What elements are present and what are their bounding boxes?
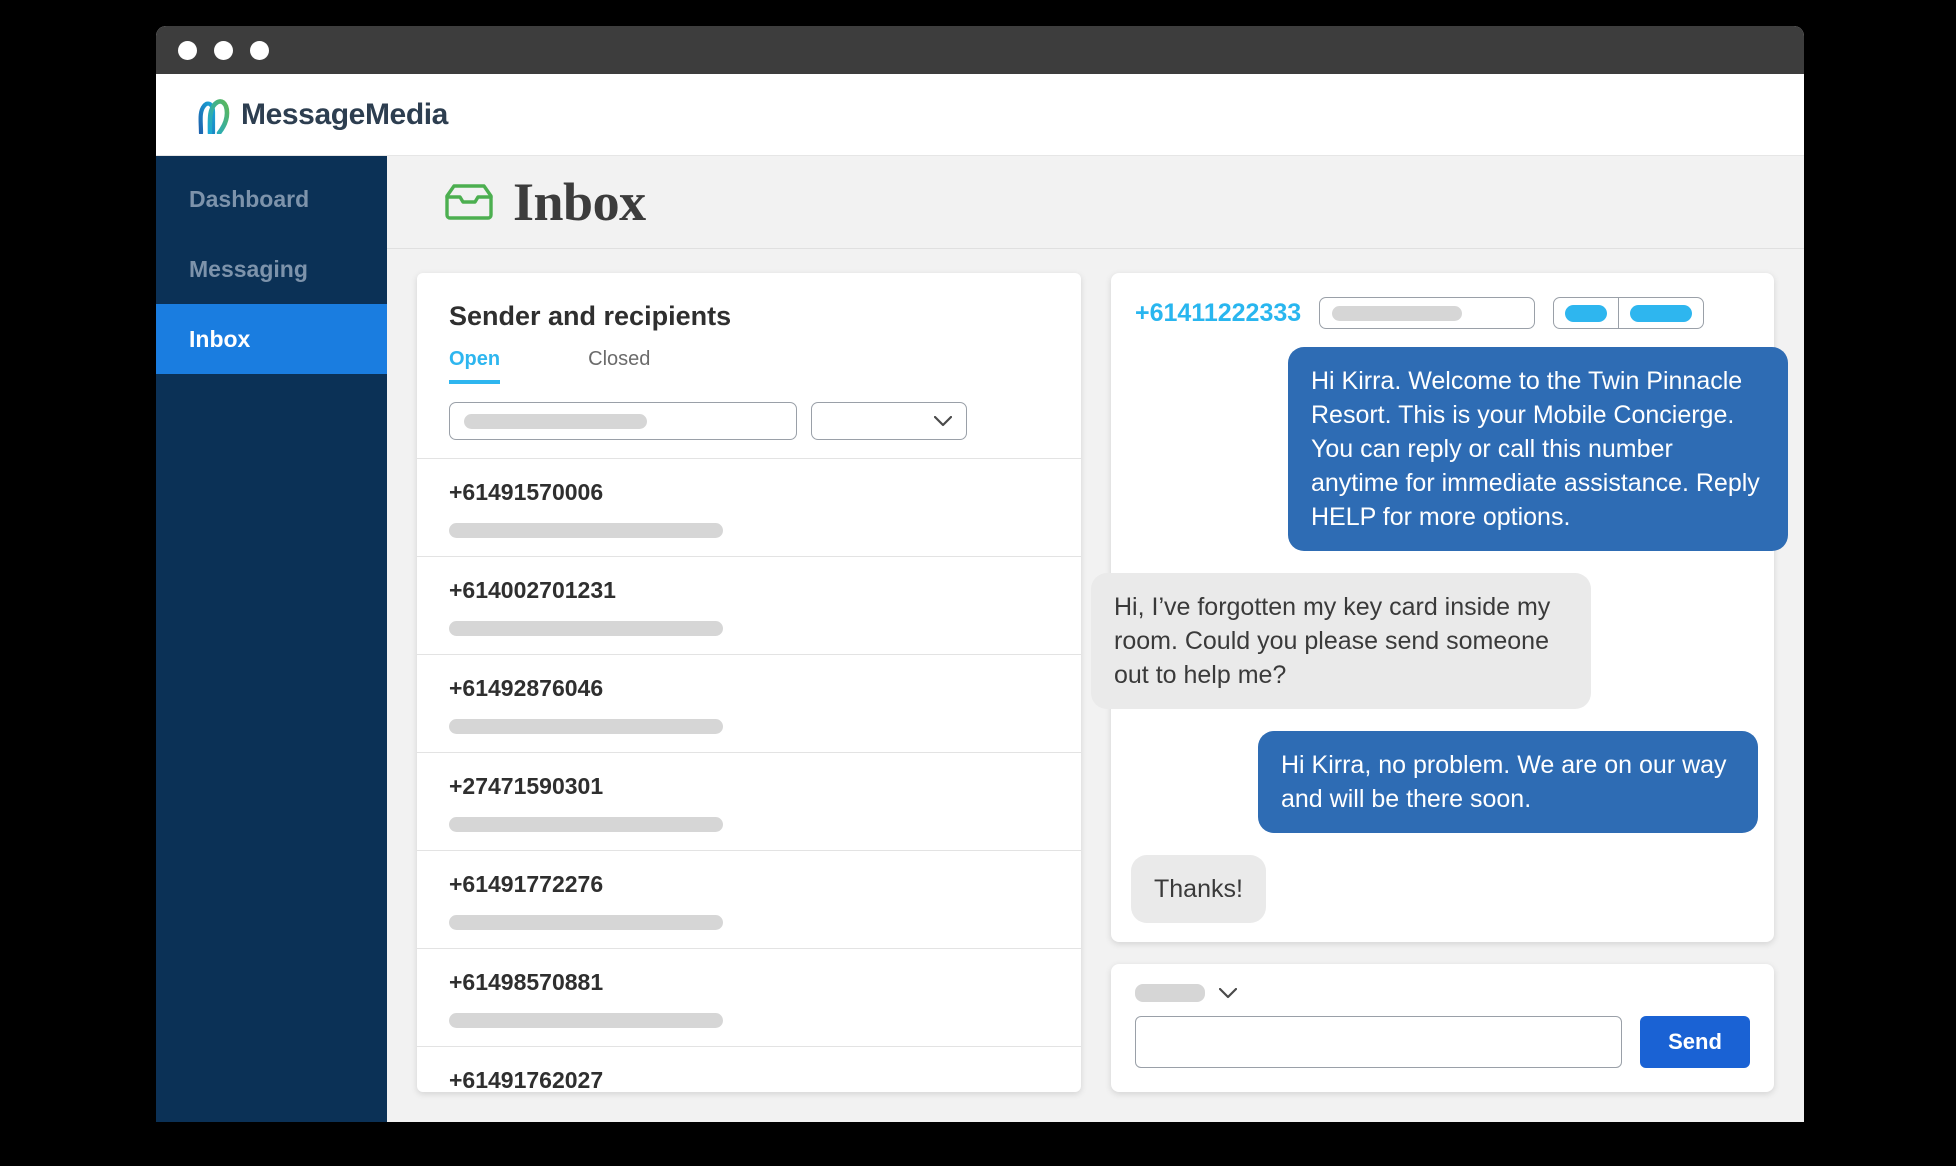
conversation-preview-bar <box>449 1013 723 1028</box>
send-button[interactable]: Send <box>1640 1016 1750 1068</box>
list-item[interactable]: +61492876046 <box>417 655 1081 753</box>
conversation-preview-bar <box>449 621 723 636</box>
search-input[interactable] <box>449 402 797 440</box>
list-filters <box>417 384 1081 459</box>
message-composer: Send <box>1111 964 1774 1092</box>
message-input[interactable] <box>1135 1016 1622 1068</box>
message-bubble-outgoing: Hi Kirra, no problem. We are on our way … <box>1258 731 1758 833</box>
conversation-list-panel: Sender and recipients Open Closed <box>417 273 1081 1092</box>
chevron-down-icon <box>1219 988 1237 999</box>
sidebar-item-dashboard[interactable]: Dashboard <box>156 164 387 234</box>
page-header: Inbox <box>387 156 1804 249</box>
list-item[interactable]: +61491570006 <box>417 459 1081 557</box>
message-bubble-outgoing: Hi Kirra. Welcome to the Twin Pinnacle R… <box>1288 347 1788 551</box>
sidebar: Dashboard Messaging Inbox <box>156 156 387 1122</box>
sidebar-item-messaging[interactable]: Messaging <box>156 234 387 304</box>
browser-window: MessageMedia Dashboard Messaging Inbox I… <box>156 26 1804 1122</box>
message-row: Thanks! <box>1131 855 1750 923</box>
list-item[interactable]: +27471590301 <box>417 753 1081 851</box>
thread-action-one-button[interactable] <box>1554 298 1618 328</box>
list-panel-header: Sender and recipients Open Closed <box>417 273 1081 384</box>
thread-action-button-group <box>1553 297 1704 329</box>
panels-area: Sender and recipients Open Closed <box>387 249 1804 1122</box>
close-window-icon[interactable] <box>178 41 197 60</box>
thread-action-two-button[interactable] <box>1618 298 1703 328</box>
conversation-number: +61492876046 <box>449 675 1049 702</box>
thread-search-placeholder-bar <box>1332 306 1462 321</box>
conversation-list: +61491570006 +614002701231 +61492876046 <box>417 459 1081 1092</box>
window-titlebar <box>156 26 1804 74</box>
conversation-column: +61411222333 <box>1111 273 1774 1092</box>
search-placeholder-bar <box>464 414 647 429</box>
list-item[interactable]: +61491772276 <box>417 851 1081 949</box>
message-thread-panel: +61411222333 <box>1111 273 1774 942</box>
minimize-window-icon[interactable] <box>214 41 233 60</box>
list-tabs: Open Closed <box>449 348 1049 384</box>
message-row: Hi, I’ve forgotten my key card inside my… <box>1091 573 1750 709</box>
conversation-preview-bar <box>449 523 723 538</box>
message-bubble-incoming: Thanks! <box>1131 855 1266 923</box>
conversation-number: +61491570006 <box>449 479 1049 506</box>
tab-open[interactable]: Open <box>449 348 500 384</box>
messagemedia-logo[interactable]: MessageMedia <box>196 96 448 134</box>
message-bubbles: Hi Kirra. Welcome to the Twin Pinnacle R… <box>1135 347 1750 923</box>
sender-placeholder-bar <box>1135 984 1205 1002</box>
message-row: Hi Kirra, no problem. We are on our way … <box>1135 731 1758 833</box>
composer-sender-selector[interactable] <box>1135 984 1750 1002</box>
sidebar-item-inbox[interactable]: Inbox <box>156 304 387 374</box>
tab-closed[interactable]: Closed <box>588 348 650 384</box>
list-panel-title: Sender and recipients <box>449 301 1049 332</box>
brand-bar: MessageMedia <box>156 74 1804 156</box>
conversation-number: +61491762027 <box>449 1067 1049 1092</box>
conversation-number: +61491772276 <box>449 871 1049 898</box>
action-two-label-bar <box>1630 305 1692 322</box>
maximize-window-icon[interactable] <box>250 41 269 60</box>
app-body: Dashboard Messaging Inbox Inbox Se <box>156 156 1804 1122</box>
message-bubble-incoming: Hi, I’ve forgotten my key card inside my… <box>1091 573 1591 709</box>
conversation-preview-bar <box>449 817 723 832</box>
sidebar-item-label: Messaging <box>189 256 308 283</box>
thread-phone-number: +61411222333 <box>1135 299 1301 328</box>
thread-header: +61411222333 <box>1135 297 1750 329</box>
conversation-preview-bar <box>449 719 723 734</box>
conversation-number: +61498570881 <box>449 969 1049 996</box>
main-content: Inbox Sender and recipients Open Closed <box>387 156 1804 1122</box>
inbox-tray-icon <box>443 182 495 222</box>
list-item[interactable]: +614002701231 <box>417 557 1081 655</box>
messagemedia-mark-icon <box>196 96 230 134</box>
conversation-number: +27471590301 <box>449 773 1049 800</box>
filter-dropdown[interactable] <box>811 402 967 440</box>
list-item[interactable]: +61498570881 <box>417 949 1081 1047</box>
sidebar-item-label: Inbox <box>189 326 250 353</box>
conversation-number: +614002701231 <box>449 577 1049 604</box>
page-title: Inbox <box>513 171 646 233</box>
chevron-down-icon <box>934 416 952 427</box>
thread-search-input[interactable] <box>1319 297 1535 329</box>
action-one-label-bar <box>1565 305 1607 322</box>
sidebar-item-label: Dashboard <box>189 186 309 213</box>
message-row: Hi Kirra. Welcome to the Twin Pinnacle R… <box>1135 347 1788 551</box>
brand-name: MessageMedia <box>241 98 448 132</box>
list-item[interactable]: +61491762027 <box>417 1047 1081 1092</box>
composer-row: Send <box>1135 1016 1750 1068</box>
conversation-preview-bar <box>449 915 723 930</box>
